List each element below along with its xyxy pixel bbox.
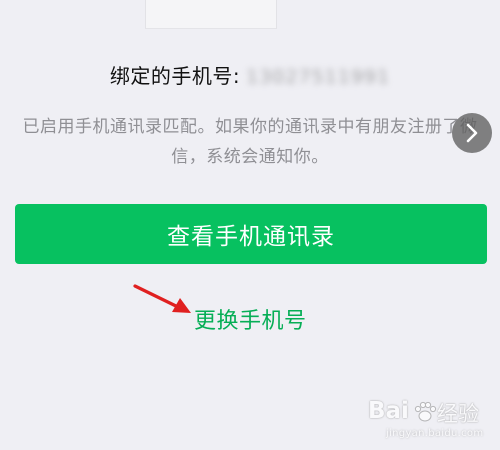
watermark-logo-suffix: 经验 xyxy=(437,402,479,426)
red-arrow-icon xyxy=(133,284,191,313)
view-contacts-button[interactable]: 查看手机通讯录 xyxy=(15,204,487,264)
baidu-paw-icon xyxy=(414,401,437,422)
contact-match-description: 已启用手机通讯录匹配。如果你的通讯录中有朋友注册了微 信，系统会通知你。 xyxy=(12,112,488,172)
watermark-url: jingyan.baidu.com xyxy=(386,428,484,439)
bound-phone-row: 绑定的手机号: 13027511991 xyxy=(0,60,500,89)
bound-phone-screen: 绑定的手机号: 13027511991 已启用手机通讯录匹配。如果你的通讯录中有朋… xyxy=(0,0,500,450)
next-page-button[interactable] xyxy=(452,113,492,153)
watermark-logo-text: Bai xyxy=(368,398,409,424)
bound-phone-label: 绑定的手机号: xyxy=(109,64,241,88)
top-image-fragment xyxy=(145,0,277,29)
baidu-jingyan-watermark: Bai 经验 jingyan.baidu.com xyxy=(366,398,492,444)
chevron-right-icon xyxy=(466,123,478,143)
description-line-2: 信，系统会通知你。 xyxy=(171,147,329,167)
change-phone-link[interactable]: 更换手机号 xyxy=(194,303,307,335)
phone-number-blurred: 13027511991 xyxy=(246,66,391,88)
description-line-1: 已启用手机通讯录匹配。如果你的通讯录中有朋友注册了微 xyxy=(22,117,478,137)
